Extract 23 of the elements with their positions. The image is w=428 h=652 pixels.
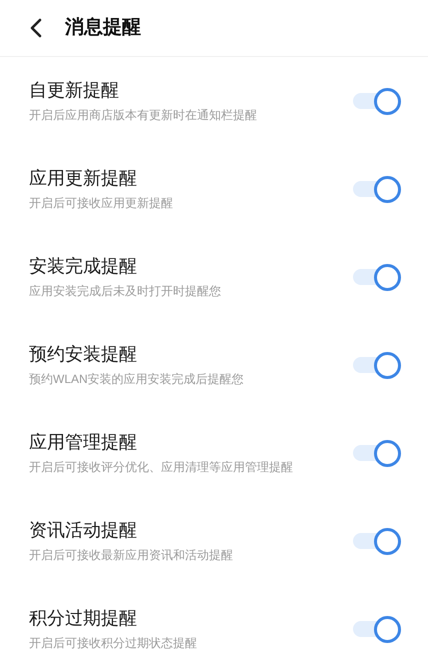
- toggle-switch[interactable]: [353, 175, 401, 203]
- setting-description: 开启后可接收评分优化、应用清理等应用管理提醒: [29, 459, 294, 476]
- setting-title: 积分过期提醒: [29, 607, 138, 630]
- setting-title: 预约安装提醒: [29, 343, 138, 366]
- setting-title: 资讯活动提醒: [29, 519, 138, 542]
- back-icon[interactable]: [29, 18, 43, 38]
- toggle-switch[interactable]: [353, 615, 401, 643]
- setting-description: 开启后可接收最新应用资讯和活动提醒: [29, 547, 234, 564]
- setting-title: 应用更新提醒: [29, 167, 138, 190]
- setting-title: 安装完成提醒: [29, 255, 138, 278]
- setting-description: 开启后可接收应用更新提醒: [29, 195, 174, 212]
- toggle-switch[interactable]: [353, 527, 401, 555]
- setting-description: 应用安装完成后未及时打开时提醒您: [29, 283, 222, 300]
- toggle-switch[interactable]: [353, 351, 401, 379]
- toggle-switch[interactable]: [353, 263, 401, 291]
- setting-description: 开启后应用商店版本有更新时在通知栏提醒: [29, 107, 258, 124]
- setting-description: 开启后可接收积分过期状态提醒: [29, 635, 198, 652]
- toggle-switch[interactable]: [353, 87, 401, 115]
- page-title: 消息提醒: [65, 16, 141, 40]
- toggle-switch[interactable]: [353, 439, 401, 467]
- setting-title: 应用管理提醒: [29, 431, 138, 454]
- setting-title: 自更新提醒: [29, 79, 120, 102]
- setting-description: 预约WLAN安装的应用安装完成后提醒您: [29, 371, 245, 388]
